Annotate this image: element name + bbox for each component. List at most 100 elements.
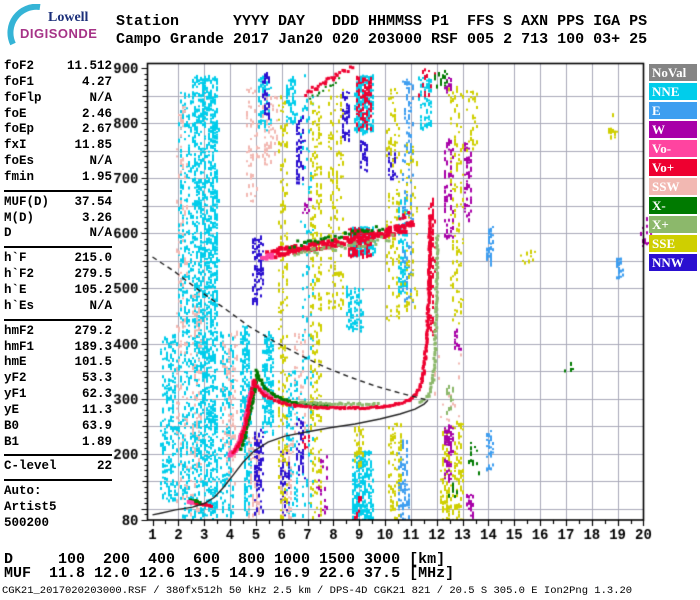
param-row: h`F2 279.5 [4, 267, 112, 283]
param-value: 63.9 [82, 419, 112, 435]
param-label: Artist5 [4, 500, 57, 516]
param-row: hmF2 279.2 [4, 324, 112, 340]
param-label: C-level [4, 459, 57, 475]
param-label: yF1 [4, 387, 27, 403]
param-label: h`F2 [4, 267, 34, 283]
param-value: 11.3 [82, 403, 112, 419]
digisonde-ionogram-screen: Lowell DIGISONDE Station YYYY DAY DDD HH… [0, 0, 700, 600]
param-label: yF2 [4, 371, 27, 387]
param-label: B0 [4, 419, 19, 435]
param-value: 53.3 [82, 371, 112, 387]
param-value: N/A [89, 299, 112, 315]
param-label: Auto: [4, 484, 42, 500]
param-label: hmF2 [4, 324, 34, 340]
param-label: B1 [4, 435, 19, 451]
param-label: fmin [4, 170, 34, 186]
param-value: N/A [89, 226, 112, 242]
param-value: 11.512 [67, 59, 112, 75]
legend-item-W: W [649, 121, 697, 138]
legend-item-E: E [649, 102, 697, 119]
param-label: foEp [4, 122, 34, 138]
param-row: B1 1.89 [4, 435, 112, 451]
param-row: M(D) 3.26 [4, 211, 112, 227]
param-row: foEs N/A [4, 154, 112, 170]
param-row: hmE 101.5 [4, 355, 112, 371]
param-row: foF2 11.512 [4, 59, 112, 75]
param-row: h`F 215.0 [4, 251, 112, 267]
param-value: 62.3 [82, 387, 112, 403]
param-value: 22 [97, 459, 112, 475]
param-value: 189.3 [74, 340, 112, 356]
param-value: 1.95 [82, 170, 112, 186]
param-row: D N/A [4, 226, 112, 242]
param-label: MUF(D) [4, 195, 49, 211]
param-label: foE [4, 107, 27, 123]
param-value: 4.27 [82, 75, 112, 91]
param-label: 500200 [4, 516, 49, 532]
param-row: foE 2.46 [4, 107, 112, 123]
param-label: foEs [4, 154, 34, 170]
param-value: N/A [89, 154, 112, 170]
param-row: hmF1 189.3 [4, 340, 112, 356]
muf-table: D 100 200 400 600 800 1000 1500 3000 [km… [4, 553, 454, 581]
legend-item-SSE: SSE [649, 235, 697, 252]
param-label: h`E [4, 283, 27, 299]
param-row: Auto: [4, 484, 112, 500]
param-row: C-level 22 [4, 459, 112, 475]
legend-item-X+: X+ [649, 216, 697, 233]
param-row: B0 63.9 [4, 419, 112, 435]
legend-item-SSW: SSW [649, 178, 697, 195]
param-value: 101.5 [74, 355, 112, 371]
param-row: h`E 105.2 [4, 283, 112, 299]
param-row: 500200 [4, 516, 112, 532]
param-row: foFlp N/A [4, 91, 112, 107]
echo-color-legend: NoVal NNE EW Vo- Vo+ SSW X- X+ SSE NNW [649, 64, 697, 273]
param-value: 11.85 [74, 138, 112, 154]
param-label: foF1 [4, 75, 34, 91]
scaled-parameters-panel: foF2 11.512 foF1 4.27 foFlp N/A foE 2.46 foEp 2.6… [4, 59, 112, 532]
param-separator [4, 315, 112, 324]
param-label: fxI [4, 138, 27, 154]
legend-item-X-: X- [649, 197, 697, 214]
param-label: hmF1 [4, 340, 34, 356]
param-row: h`Es N/A [4, 299, 112, 315]
param-row: yF2 53.3 [4, 371, 112, 387]
param-separator [4, 450, 112, 459]
param-label: h`Es [4, 299, 34, 315]
param-row: fxI 11.85 [4, 138, 112, 154]
param-label: foF2 [4, 59, 34, 75]
param-label: yE [4, 403, 19, 419]
param-value: 279.2 [74, 324, 112, 340]
param-row: fmin 1.95 [4, 170, 112, 186]
param-value: 2.67 [82, 122, 112, 138]
param-row: foF1 4.27 [4, 75, 112, 91]
muf-row: MUF 11.8 12.0 12.6 13.5 14.9 16.9 22.6 3… [4, 565, 454, 582]
param-value: N/A [89, 91, 112, 107]
param-row: MUF(D) 37.54 [4, 195, 112, 211]
param-label: M(D) [4, 211, 34, 227]
legend-item-NNW: NNW [649, 254, 697, 271]
status-line: CGK21_2017020203000.RSF / 380fx512h 50 k… [2, 585, 632, 597]
param-row: Artist5 [4, 500, 112, 516]
param-label: h`F [4, 251, 27, 267]
param-value: 3.26 [82, 211, 112, 227]
param-separator [4, 186, 112, 195]
param-value: 279.5 [74, 267, 112, 283]
param-label: foFlp [4, 91, 42, 107]
param-value: 215.0 [74, 251, 112, 267]
param-value: 1.89 [82, 435, 112, 451]
param-row: yF1 62.3 [4, 387, 112, 403]
legend-item-Vo-: Vo- [649, 140, 697, 157]
param-separator [4, 475, 112, 484]
param-value: 105.2 [74, 283, 112, 299]
param-label: D [4, 226, 12, 242]
param-label: hmE [4, 355, 27, 371]
param-value: 37.54 [74, 195, 112, 211]
param-separator [4, 242, 112, 251]
param-value: 2.46 [82, 107, 112, 123]
legend-item-NoVal: NoVal [649, 64, 697, 81]
param-row: foEp 2.67 [4, 122, 112, 138]
param-row: yE 11.3 [4, 403, 112, 419]
legend-item-Vo+: Vo+ [649, 159, 697, 176]
legend-item-NNE: NNE [649, 83, 697, 100]
